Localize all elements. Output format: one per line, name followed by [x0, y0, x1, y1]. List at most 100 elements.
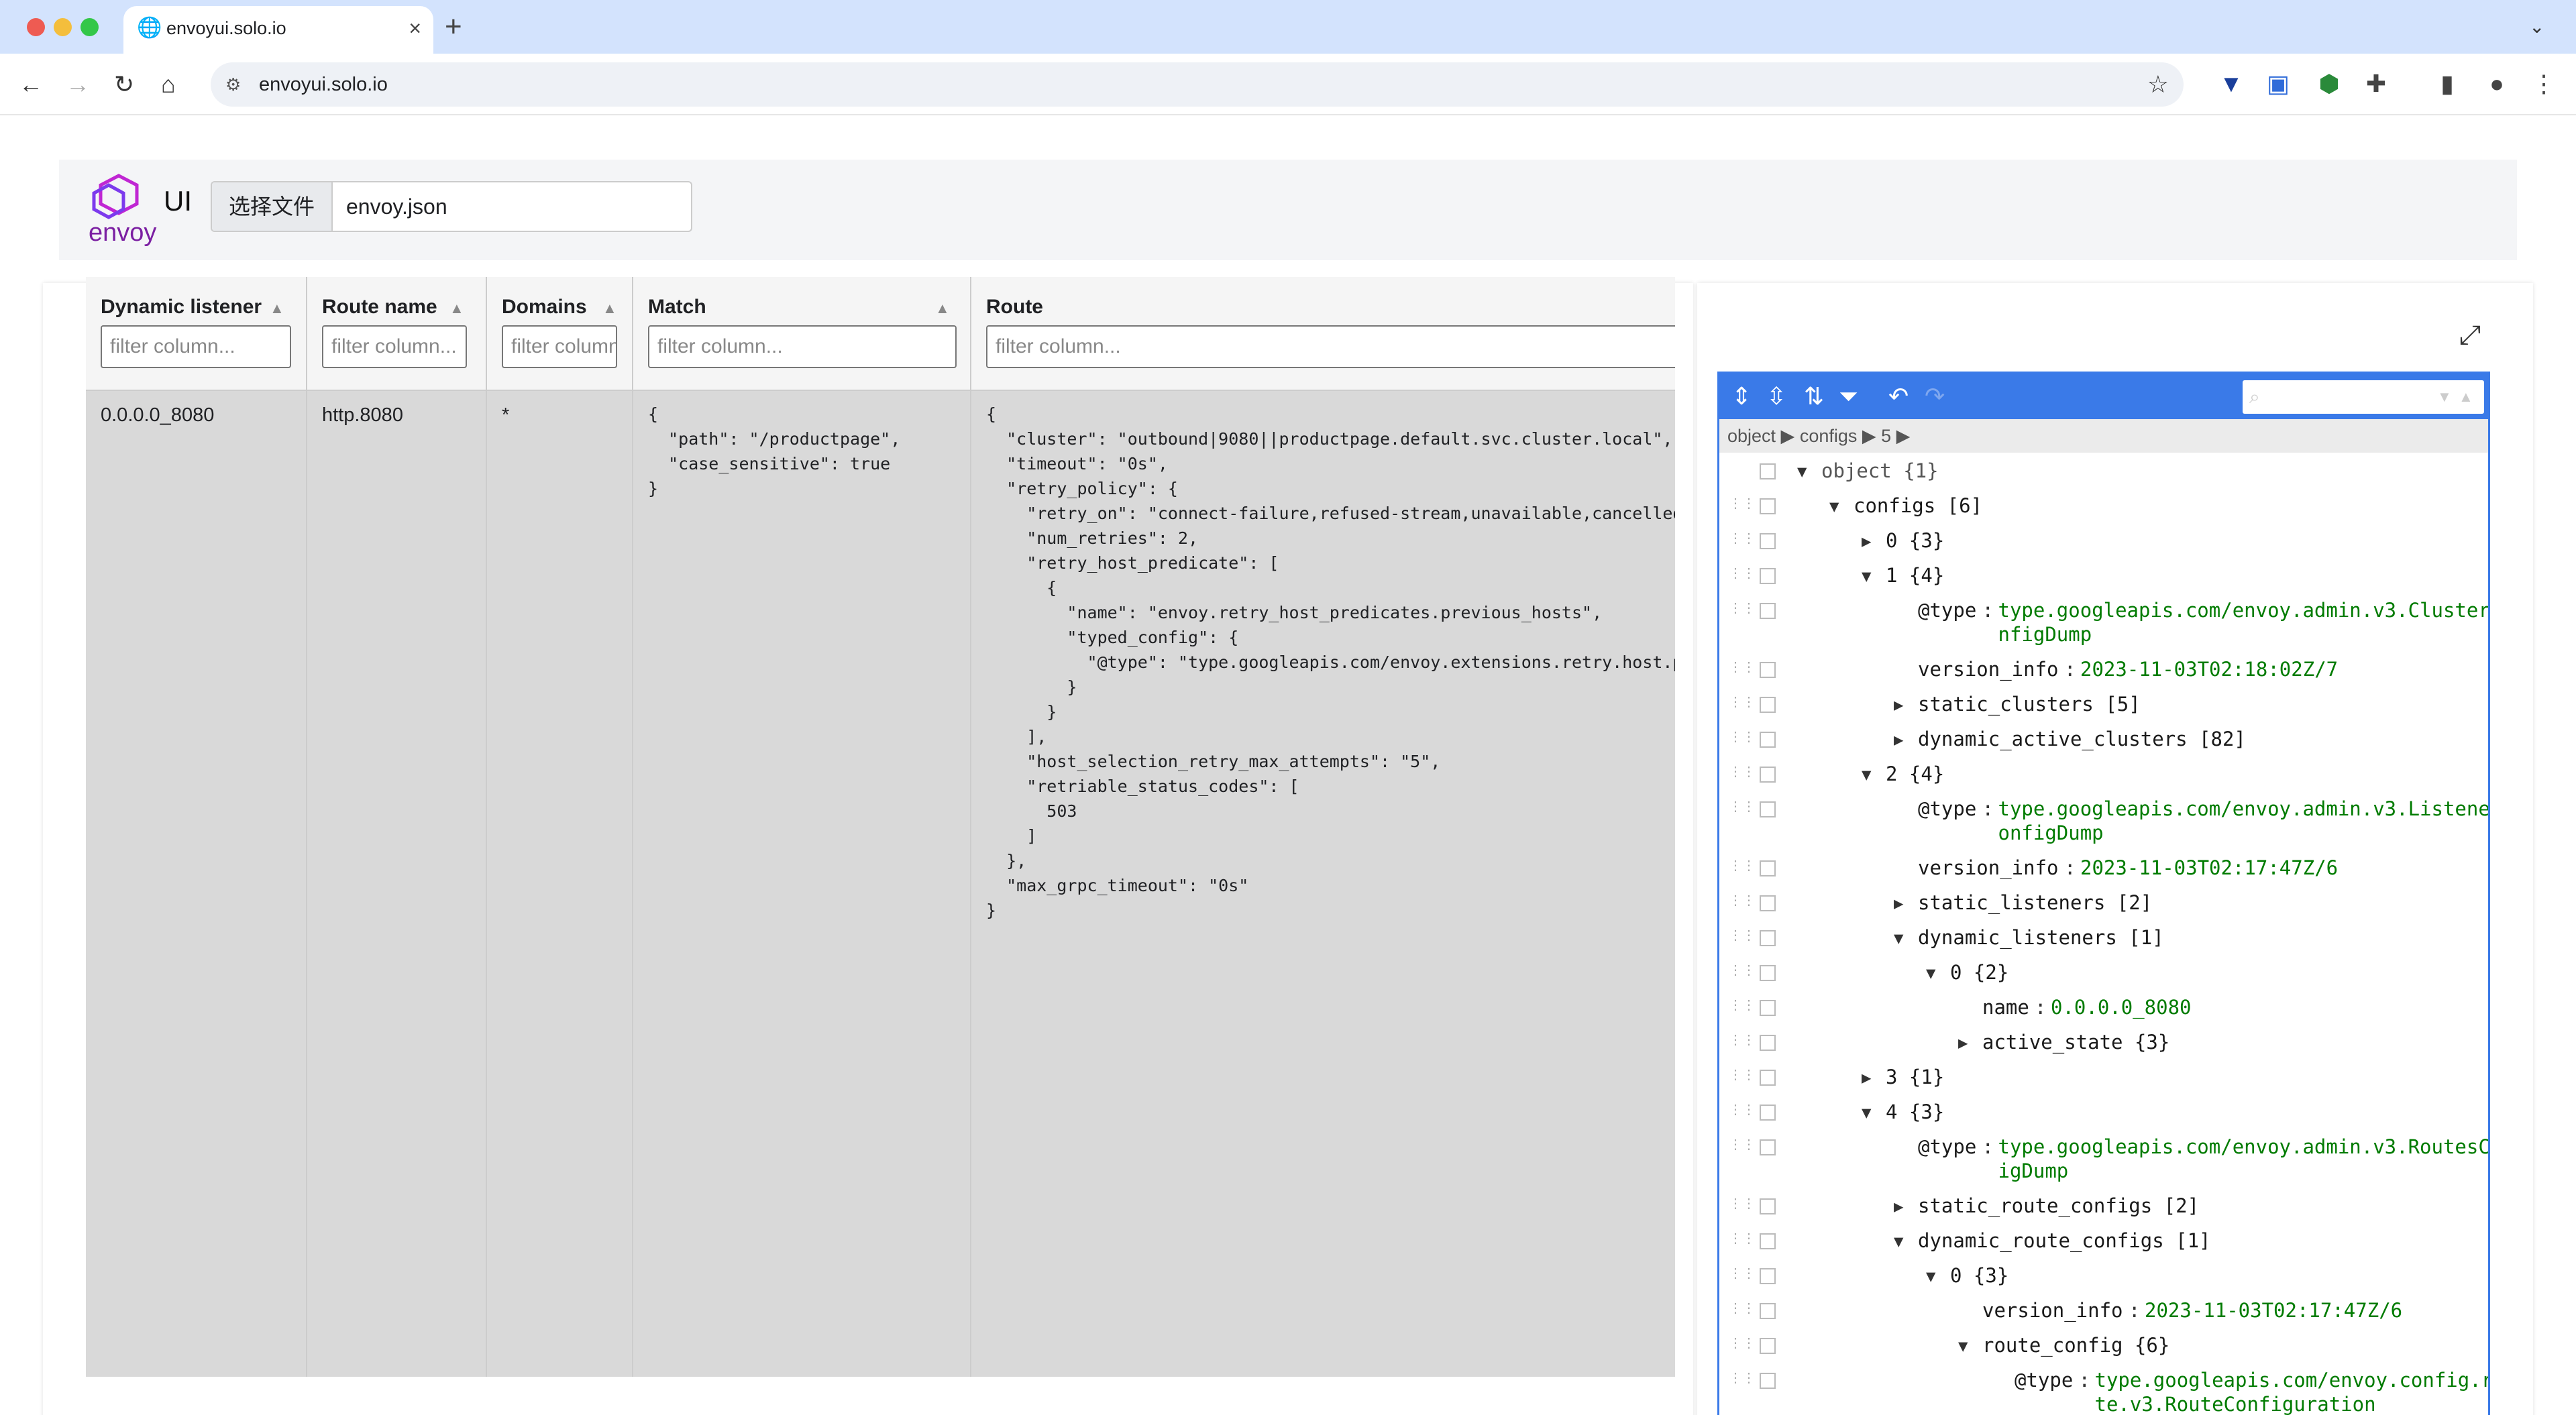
row-checkbox[interactable] [1760, 1268, 1776, 1284]
expand-toggle-icon[interactable]: ▶ [1862, 1068, 1871, 1087]
json-tree-row[interactable]: ⋮⋮ version_info:2023-11-03T02:18:02Z/7 [1719, 655, 2488, 690]
drag-handle-icon[interactable]: ⋮⋮ [1729, 1068, 1756, 1088]
redo-icon[interactable]: ↷ [1925, 374, 1945, 419]
collapse-toggle-icon[interactable]: ▼ [1894, 1232, 1903, 1251]
json-tree-row[interactable]: ⋮⋮ ▶ static_listeners [2] [1719, 889, 2488, 923]
sort-icon[interactable]: ⇅ [1804, 374, 1824, 419]
filter-input[interactable]: filter column... [502, 325, 617, 368]
json-tree-row[interactable]: ⋮⋮ ▼ 0 {2} [1719, 958, 2488, 993]
row-checkbox[interactable] [1760, 930, 1776, 946]
drag-handle-icon[interactable]: ⋮⋮ [1729, 1196, 1756, 1217]
drag-handle-icon[interactable]: ⋮⋮ [1729, 566, 1756, 587]
json-value[interactable]: 2023-11-03T02:18:02Z/7 [2080, 658, 2338, 681]
json-tree-row[interactable]: ⋮⋮ @type: type.googleapis.com/envoy.admin.… [1719, 596, 2488, 655]
row-checkbox[interactable] [1760, 1338, 1776, 1354]
row-checkbox[interactable] [1760, 895, 1776, 911]
drag-handle-icon[interactable]: ⋮⋮ [1729, 998, 1756, 1019]
vuetify-extension-icon[interactable]: ▼ [2216, 69, 2246, 99]
expand-all-icon[interactable]: ⇕ [1731, 374, 1752, 419]
row-checkbox[interactable] [1760, 1303, 1776, 1319]
address-bar[interactable]: ⚙ envoyui.solo.io ☆ [211, 62, 2184, 107]
expand-icon[interactable]: ⤢ [2459, 321, 2481, 351]
filter-input[interactable]: filter column... [648, 325, 957, 368]
drag-handle-icon[interactable]: ⋮⋮ [1729, 799, 1756, 820]
sort-icon[interactable]: ▲ [935, 300, 950, 317]
row-checkbox[interactable] [1760, 533, 1776, 549]
filter-icon[interactable]: ⏷ [1839, 374, 1858, 419]
json-value[interactable]: 2023-11-03T02:17:47Z/6 [2145, 1299, 2402, 1322]
drag-handle-icon[interactable]: ⋮⋮ [1729, 660, 1756, 681]
maximize-window-button[interactable] [80, 18, 99, 36]
drag-handle-icon[interactable]: ⋮⋮ [1729, 496, 1756, 517]
json-tree-row[interactable]: ⋮⋮ ▼ 1 {4} [1719, 561, 2488, 596]
expand-toggle-icon[interactable]: ▶ [1958, 1033, 1968, 1052]
json-value[interactable]: 2023-11-03T02:17:47Z/6 [2080, 856, 2338, 879]
row-checkbox[interactable] [1760, 603, 1776, 619]
more-menu-icon[interactable]: ⋮ [2529, 69, 2559, 99]
bookmark-star-icon[interactable]: ☆ [2147, 62, 2169, 107]
sort-icon[interactable]: ▲ [449, 300, 464, 317]
drag-handle-icon[interactable]: ⋮⋮ [1729, 695, 1756, 716]
row-checkbox[interactable] [1760, 801, 1776, 817]
drag-handle-icon[interactable]: ⋮⋮ [1729, 928, 1756, 949]
file-input[interactable]: 选择文件 envoy.json [211, 181, 692, 232]
forward-icon[interactable]: → [66, 54, 90, 115]
drag-handle-icon[interactable]: ⋮⋮ [1729, 858, 1756, 879]
row-checkbox[interactable] [1760, 697, 1776, 713]
drag-handle-icon[interactable]: ⋮⋮ [1729, 1033, 1756, 1054]
json-tree-row[interactable]: ⋮⋮ @type: type.googleapis.com/envoy.config… [1719, 1366, 2488, 1415]
row-checkbox[interactable] [1760, 860, 1776, 876]
drag-handle-icon[interactable]: ⋮⋮ [1729, 730, 1756, 750]
row-checkbox[interactable] [1760, 568, 1776, 584]
json-tree-row[interactable]: ⋮⋮ ▶ static_route_configs [2] [1719, 1192, 2488, 1227]
collapse-toggle-icon[interactable]: ▼ [1926, 1267, 1935, 1286]
row-checkbox[interactable] [1760, 498, 1776, 514]
json-tree-row[interactable]: ⋮⋮ ▶ active_state {3} [1719, 1028, 2488, 1063]
json-tree-row[interactable]: ⋮⋮ ▶ dynamic_active_clusters [82] [1719, 725, 2488, 760]
screenshot-extension-icon[interactable]: ▣ [2263, 69, 2293, 99]
json-tree-row[interactable]: ⋮⋮ ▼ configs [6] [1719, 492, 2488, 526]
drag-handle-icon[interactable]: ⋮⋮ [1729, 1371, 1756, 1392]
extension-badge-icon[interactable]: ⬢ [2314, 69, 2344, 99]
collapse-all-icon[interactable]: ⇳ [1766, 374, 1786, 419]
expand-toggle-icon[interactable]: ▶ [1862, 532, 1871, 551]
json-tree-row[interactable]: ⋮⋮ ▼ 4 {3} [1719, 1098, 2488, 1133]
collapse-toggle-icon[interactable]: ▼ [1958, 1337, 1968, 1355]
row-checkbox[interactable] [1760, 732, 1776, 748]
close-window-button[interactable] [27, 18, 45, 36]
drag-handle-icon[interactable]: ⋮⋮ [1729, 531, 1756, 552]
json-tree-row[interactable]: ⋮⋮ @type: type.googleapis.com/envoy.admin.… [1719, 795, 2488, 854]
filter-input[interactable]: filter column... [101, 325, 291, 368]
collapse-toggle-icon[interactable]: ▼ [1829, 497, 1839, 516]
json-tree-row[interactable]: ⋮⋮ @type: type.googleapis.com/envoy.admin.… [1719, 1133, 2488, 1192]
json-value[interactable]: type.googleapis.com/envoy.config.rou [2095, 1369, 2489, 1392]
row-checkbox[interactable] [1760, 1233, 1776, 1249]
json-value[interactable]: type.googleapis.com/envoy.admin.v3.Route… [1998, 1135, 2489, 1158]
json-search-input[interactable]: ⌕ ▼ ▲ [2243, 380, 2484, 414]
home-icon[interactable]: ⌂ [161, 54, 176, 115]
collapse-toggle-icon[interactable]: ▼ [1894, 929, 1903, 948]
json-tree-row[interactable]: ⋮⋮ ▼ 2 {4} [1719, 760, 2488, 795]
collapse-toggle-icon[interactable]: ▼ [1862, 1103, 1871, 1122]
reload-icon[interactable]: ↻ [114, 54, 134, 115]
undo-icon[interactable]: ↶ [1888, 374, 1909, 419]
row-checkbox[interactable] [1760, 1139, 1776, 1155]
json-tree-row[interactable]: ⋮⋮ ▼ 0 {3} [1719, 1261, 2488, 1296]
sort-icon[interactable]: ▲ [602, 300, 617, 317]
expand-toggle-icon[interactable]: ▶ [1894, 695, 1903, 714]
drag-handle-icon[interactable]: ⋮⋮ [1729, 765, 1756, 785]
avatar[interactable]: ● [2482, 69, 2512, 99]
sort-icon[interactable]: ▲ [270, 300, 284, 317]
json-tree-row[interactable]: ▼ object {1} [1719, 457, 2488, 492]
expand-toggle-icon[interactable]: ▶ [1894, 1197, 1903, 1216]
site-info-icon[interactable]: ⚙ [225, 62, 241, 107]
row-checkbox[interactable] [1760, 1035, 1776, 1051]
collapse-toggle-icon[interactable]: ▼ [1797, 462, 1807, 481]
json-tree-row[interactable]: ⋮⋮ ▶ static_clusters [5] [1719, 690, 2488, 725]
row-checkbox[interactable] [1760, 1373, 1776, 1389]
sidebar-icon[interactable]: ▮ [2432, 69, 2462, 99]
row-checkbox[interactable] [1760, 1198, 1776, 1214]
browser-tab[interactable]: 🌐 envoyui.solo.io × [123, 6, 433, 54]
search-previous-icon[interactable]: ▲ [2459, 374, 2473, 420]
row-checkbox[interactable] [1760, 1070, 1776, 1086]
